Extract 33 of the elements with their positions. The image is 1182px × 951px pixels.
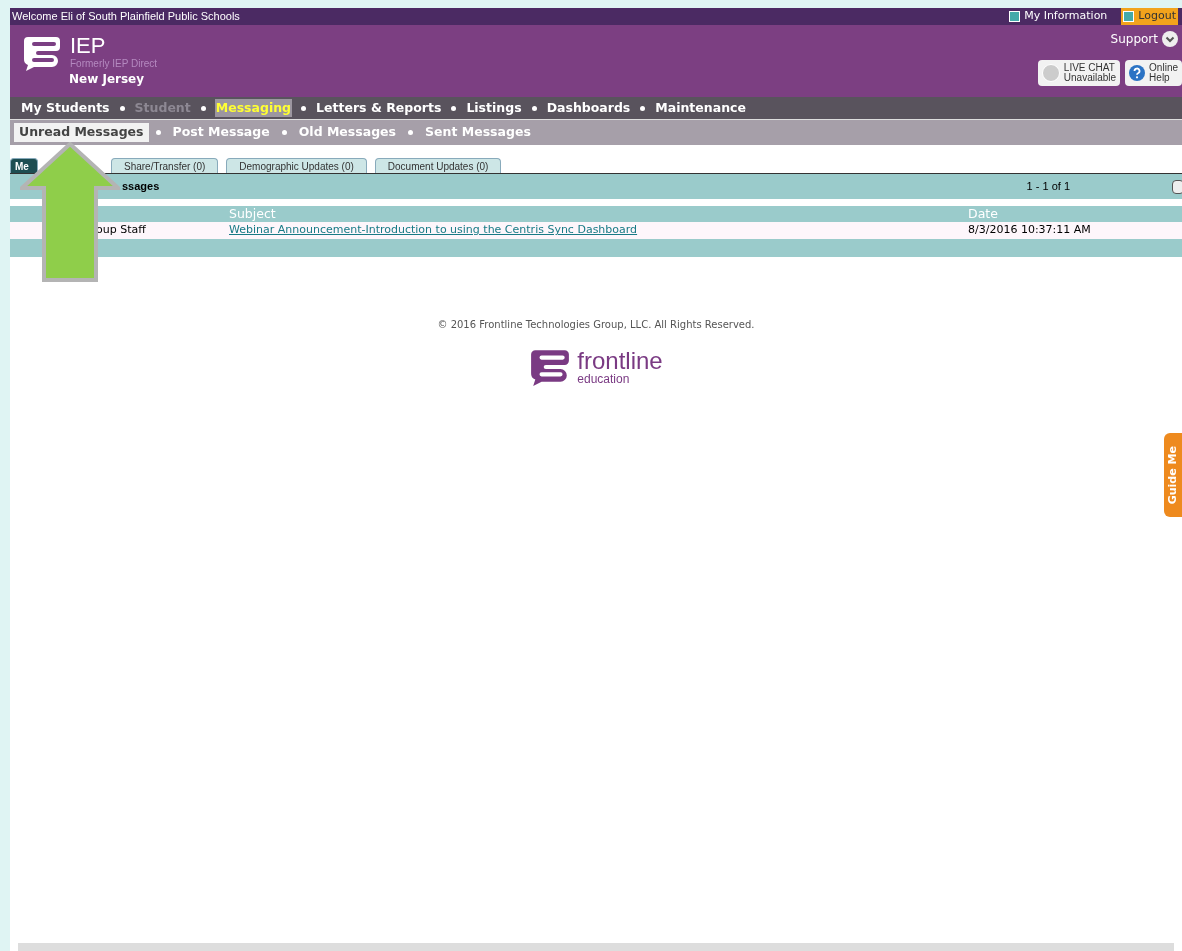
state-name: New Jersey bbox=[69, 73, 146, 85]
product-name: IEP bbox=[70, 35, 107, 57]
tab[interactable]: Demographic Updates (0) bbox=[226, 158, 367, 173]
copyright-text: © 2016 Frontline Technologies Group, LLC. All Rights Reserved. bbox=[437, 318, 755, 332]
column-header: Date bbox=[968, 204, 998, 223]
logo-icon bbox=[22, 35, 62, 71]
logout-link[interactable]: Logout bbox=[1121, 8, 1178, 25]
main-nav-item[interactable]: Listings bbox=[465, 98, 523, 118]
frontline-logo-icon bbox=[529, 348, 572, 386]
tab[interactable]: Me bbox=[10, 158, 38, 173]
table-title: ssages bbox=[122, 179, 160, 195]
column-header: Subject bbox=[229, 204, 277, 223]
online-help-button[interactable]: Online Help bbox=[1125, 60, 1182, 86]
logo-wordmark: frontline bbox=[577, 349, 663, 373]
main-nav-item[interactable]: Maintenance bbox=[654, 98, 747, 118]
live-chat-button[interactable]: LIVE CHAT Unavailable bbox=[1037, 60, 1121, 86]
pager-text: 1 - 1 of 1 bbox=[1026, 179, 1070, 195]
logo-subtext: education bbox=[577, 373, 631, 385]
support-link[interactable]: Support bbox=[1110, 30, 1158, 48]
chevron-down-icon[interactable] bbox=[1162, 31, 1178, 47]
main-nav-item[interactable]: Letters & Reports bbox=[315, 98, 443, 118]
product-subtitle: Formerly IEP Direct bbox=[70, 59, 158, 69]
subject-link[interactable]: Webinar Announcement-Introduction to using the Centris Sync Dashboard bbox=[229, 222, 968, 239]
scrollbar[interactable] bbox=[18, 943, 1174, 951]
main-nav-item[interactable]: Dashboards bbox=[545, 98, 632, 118]
tab[interactable]: Document Updates (0) bbox=[374, 158, 502, 173]
welcome-text: Welcome Eli of South Plainfield Public Schools bbox=[11, 9, 240, 25]
help-icon bbox=[1129, 65, 1146, 81]
table-cell: 8/3/2016 10:37:11 AM bbox=[968, 222, 1091, 239]
tab[interactable]: Share/Transfer (0) bbox=[111, 158, 219, 173]
main-nav-item[interactable]: My Students bbox=[20, 98, 111, 118]
my-information-link[interactable]: My Information bbox=[1007, 8, 1110, 25]
sub-nav-item[interactable]: Unread Messages bbox=[14, 123, 149, 142]
